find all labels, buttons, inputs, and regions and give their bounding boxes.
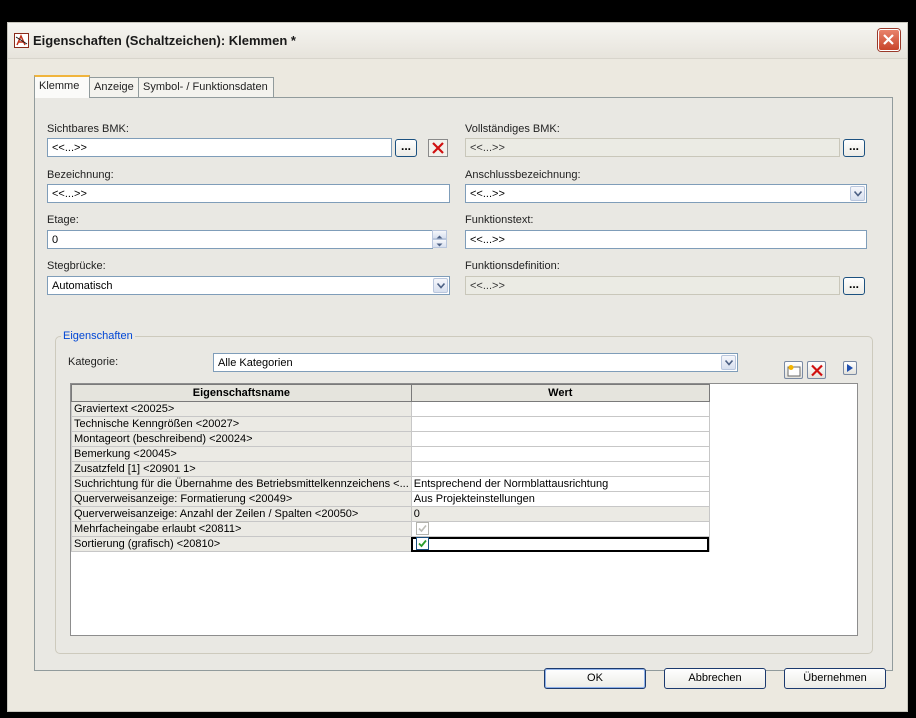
spin-down-icon [436,243,443,247]
funktionstext-field[interactable]: <<...>> [465,230,867,249]
property-name: Mehrfacheingabe erlaubt <20811> [71,521,412,537]
kategorie-label: Kategorie: [68,356,119,368]
tab-symbol-funktionsdaten[interactable]: Symbol- / Funktionsdaten [138,77,274,97]
property-value[interactable] [410,446,710,462]
property-value [410,521,710,537]
vollstaendiges-bmk-label: Vollständiges BMK: [465,123,560,135]
vollstaendiges-bmk-field: <<...>> [465,138,840,157]
properties-grid[interactable]: Eigenschaftsname Wert Graviertext <20025… [70,383,858,636]
funktionsdefinition-field: <<...>> [465,276,840,295]
property-name: Sortierung (grafisch) <20810> [71,536,412,552]
ok-button[interactable]: OK [544,668,646,689]
new-property-button[interactable] [784,361,803,379]
new-property-icon [787,365,801,377]
column-header-value[interactable]: Wert [410,384,710,402]
property-name: Querverweisanzeige: Anzahl der Zeilen / … [71,506,412,522]
sichtbares-bmk-label: Sichtbares BMK: [47,123,129,135]
chevron-down-icon[interactable] [850,186,865,201]
table-row[interactable]: Sortierung (grafisch) <20810> [71,536,710,552]
sichtbares-bmk-delete-button[interactable] [428,139,448,157]
property-value[interactable] [410,461,710,477]
sichtbares-bmk-browse-button[interactable]: ... [395,139,417,157]
table-row[interactable]: Technische Kenngrößen <20027> [71,416,710,432]
chevron-down-icon[interactable] [433,278,448,293]
close-icon [883,34,894,45]
property-value[interactable] [410,416,710,432]
etage-label: Etage: [47,214,79,226]
delete-x-icon [811,364,823,377]
mehrfacheingabe-checkbox [415,522,429,535]
property-value[interactable]: Aus Projekteinstellungen [410,491,710,507]
kategorie-value: Alle Kategorien [218,357,293,369]
anschlussbezeichnung-value: <<...>> [470,188,505,200]
check-icon [418,539,427,547]
apply-button[interactable]: Übernehmen [784,668,886,689]
eigenschaften-group-title: Eigenschaften [61,330,135,342]
funktionsdefinition-browse-button[interactable]: ... [843,277,865,295]
table-row[interactable]: Querverweisanzeige: Anzahl der Zeilen / … [71,506,710,522]
stegbruecke-select[interactable]: Automatisch [47,276,450,295]
properties-dialog: Eigenschaften (Schaltzeichen): Klemmen *… [7,22,908,712]
stegbruecke-label: Stegbrücke: [47,260,106,272]
property-name: Montageort (beschreibend) <20024> [71,431,412,447]
table-row[interactable]: Suchrichtung für die Übernahme des Betri… [71,476,710,492]
window-title: Eigenschaften (Schaltzeichen): Klemmen * [33,33,296,48]
property-name: Technische Kenngrößen <20027> [71,416,412,432]
sortierung-checkbox[interactable] [415,537,429,550]
stegbruecke-value: Automatisch [52,280,113,292]
table-row[interactable]: Bemerkung <20045> [71,446,710,462]
chevron-down-icon[interactable] [721,355,736,370]
kategorie-select[interactable]: Alle Kategorien [213,353,738,372]
play-arrow-icon [847,364,853,372]
property-name: Suchrichtung für die Übernahme des Betri… [71,476,412,492]
property-value[interactable]: Entsprechend der Normblattausrichtung [410,476,710,492]
property-name: Zusatzfeld [1] <20901 1> [71,461,412,477]
bezeichnung-label: Bezeichnung: [47,169,114,181]
delete-x-icon [428,139,448,157]
title-bar[interactable]: Eigenschaften (Schaltzeichen): Klemmen * [8,23,907,59]
ellipsis-icon: ... [848,139,859,153]
anschlussbezeichnung-label: Anschlussbezeichnung: [465,169,581,181]
column-header-name[interactable]: Eigenschaftsname [71,384,412,402]
delete-property-button[interactable] [807,361,826,379]
table-row[interactable]: Zusatzfeld [1] <20901 1> [71,461,710,477]
ellipsis-icon: ... [400,139,411,153]
etage-spinner[interactable] [432,230,447,249]
app-icon [14,33,29,48]
vollstaendiges-bmk-browse-button[interactable]: ... [843,139,865,157]
table-row[interactable]: Montageort (beschreibend) <20024> [71,431,710,447]
tab-klemme[interactable]: Klemme [34,75,90,98]
property-value[interactable] [410,401,710,417]
close-button[interactable] [878,29,900,51]
anschlussbezeichnung-select[interactable]: <<...>> [465,184,867,203]
property-value[interactable] [410,536,710,552]
table-row[interactable]: Mehrfacheingabe erlaubt <20811> [71,521,710,537]
bezeichnung-field[interactable]: <<...>> [47,184,450,203]
etage-field[interactable]: 0 [47,230,433,249]
grid-header-row: Eigenschaftsname Wert [71,384,710,402]
ellipsis-icon: ... [848,277,859,291]
spin-up-button[interactable] [432,230,447,239]
property-value[interactable]: 0 [410,506,710,522]
funktionstext-label: Funktionstext: [465,214,534,226]
property-name: Graviertext <20025> [71,401,412,417]
tab-panel: Sichtbares BMK: <<...>> ... Bezeichnung:… [34,97,893,671]
funktionsdefinition-label: Funktionsdefinition: [465,260,560,272]
property-name: Bemerkung <20045> [71,446,412,462]
cancel-button[interactable]: Abbrechen [664,668,766,689]
spin-down-button[interactable] [432,239,447,248]
property-value[interactable] [410,431,710,447]
play-button[interactable] [843,361,857,375]
check-icon [418,524,427,532]
property-name: Querverweisanzeige: Formatierung <20049> [71,491,412,507]
sichtbares-bmk-field[interactable]: <<...>> [47,138,392,157]
table-row[interactable]: Querverweisanzeige: Formatierung <20049>… [71,491,710,507]
table-row[interactable]: Graviertext <20025> [71,401,710,417]
tab-anzeige[interactable]: Anzeige [89,77,139,97]
